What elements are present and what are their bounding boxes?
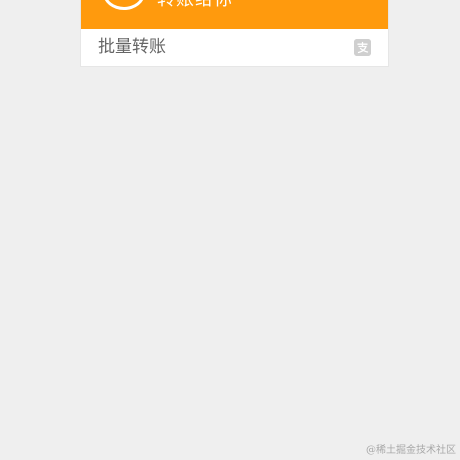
menu-item-batch-transfer[interactable]: 批量转账 bbox=[81, 29, 388, 66]
banner-title: 转账给你 bbox=[157, 0, 233, 11]
menu-card: 转账给你 批量转账 bbox=[81, 0, 388, 66]
transfer-banner[interactable]: 转账给你 bbox=[81, 0, 388, 29]
page: 转账给你 批量转账 @稀土掘金技术社区 bbox=[0, 0, 460, 460]
alipay-icon bbox=[354, 39, 371, 56]
circle-icon bbox=[103, 0, 145, 10]
menu-item-label: 批量转账 bbox=[98, 37, 166, 57]
watermark-text: @稀土掘金技术社区 bbox=[366, 445, 456, 456]
